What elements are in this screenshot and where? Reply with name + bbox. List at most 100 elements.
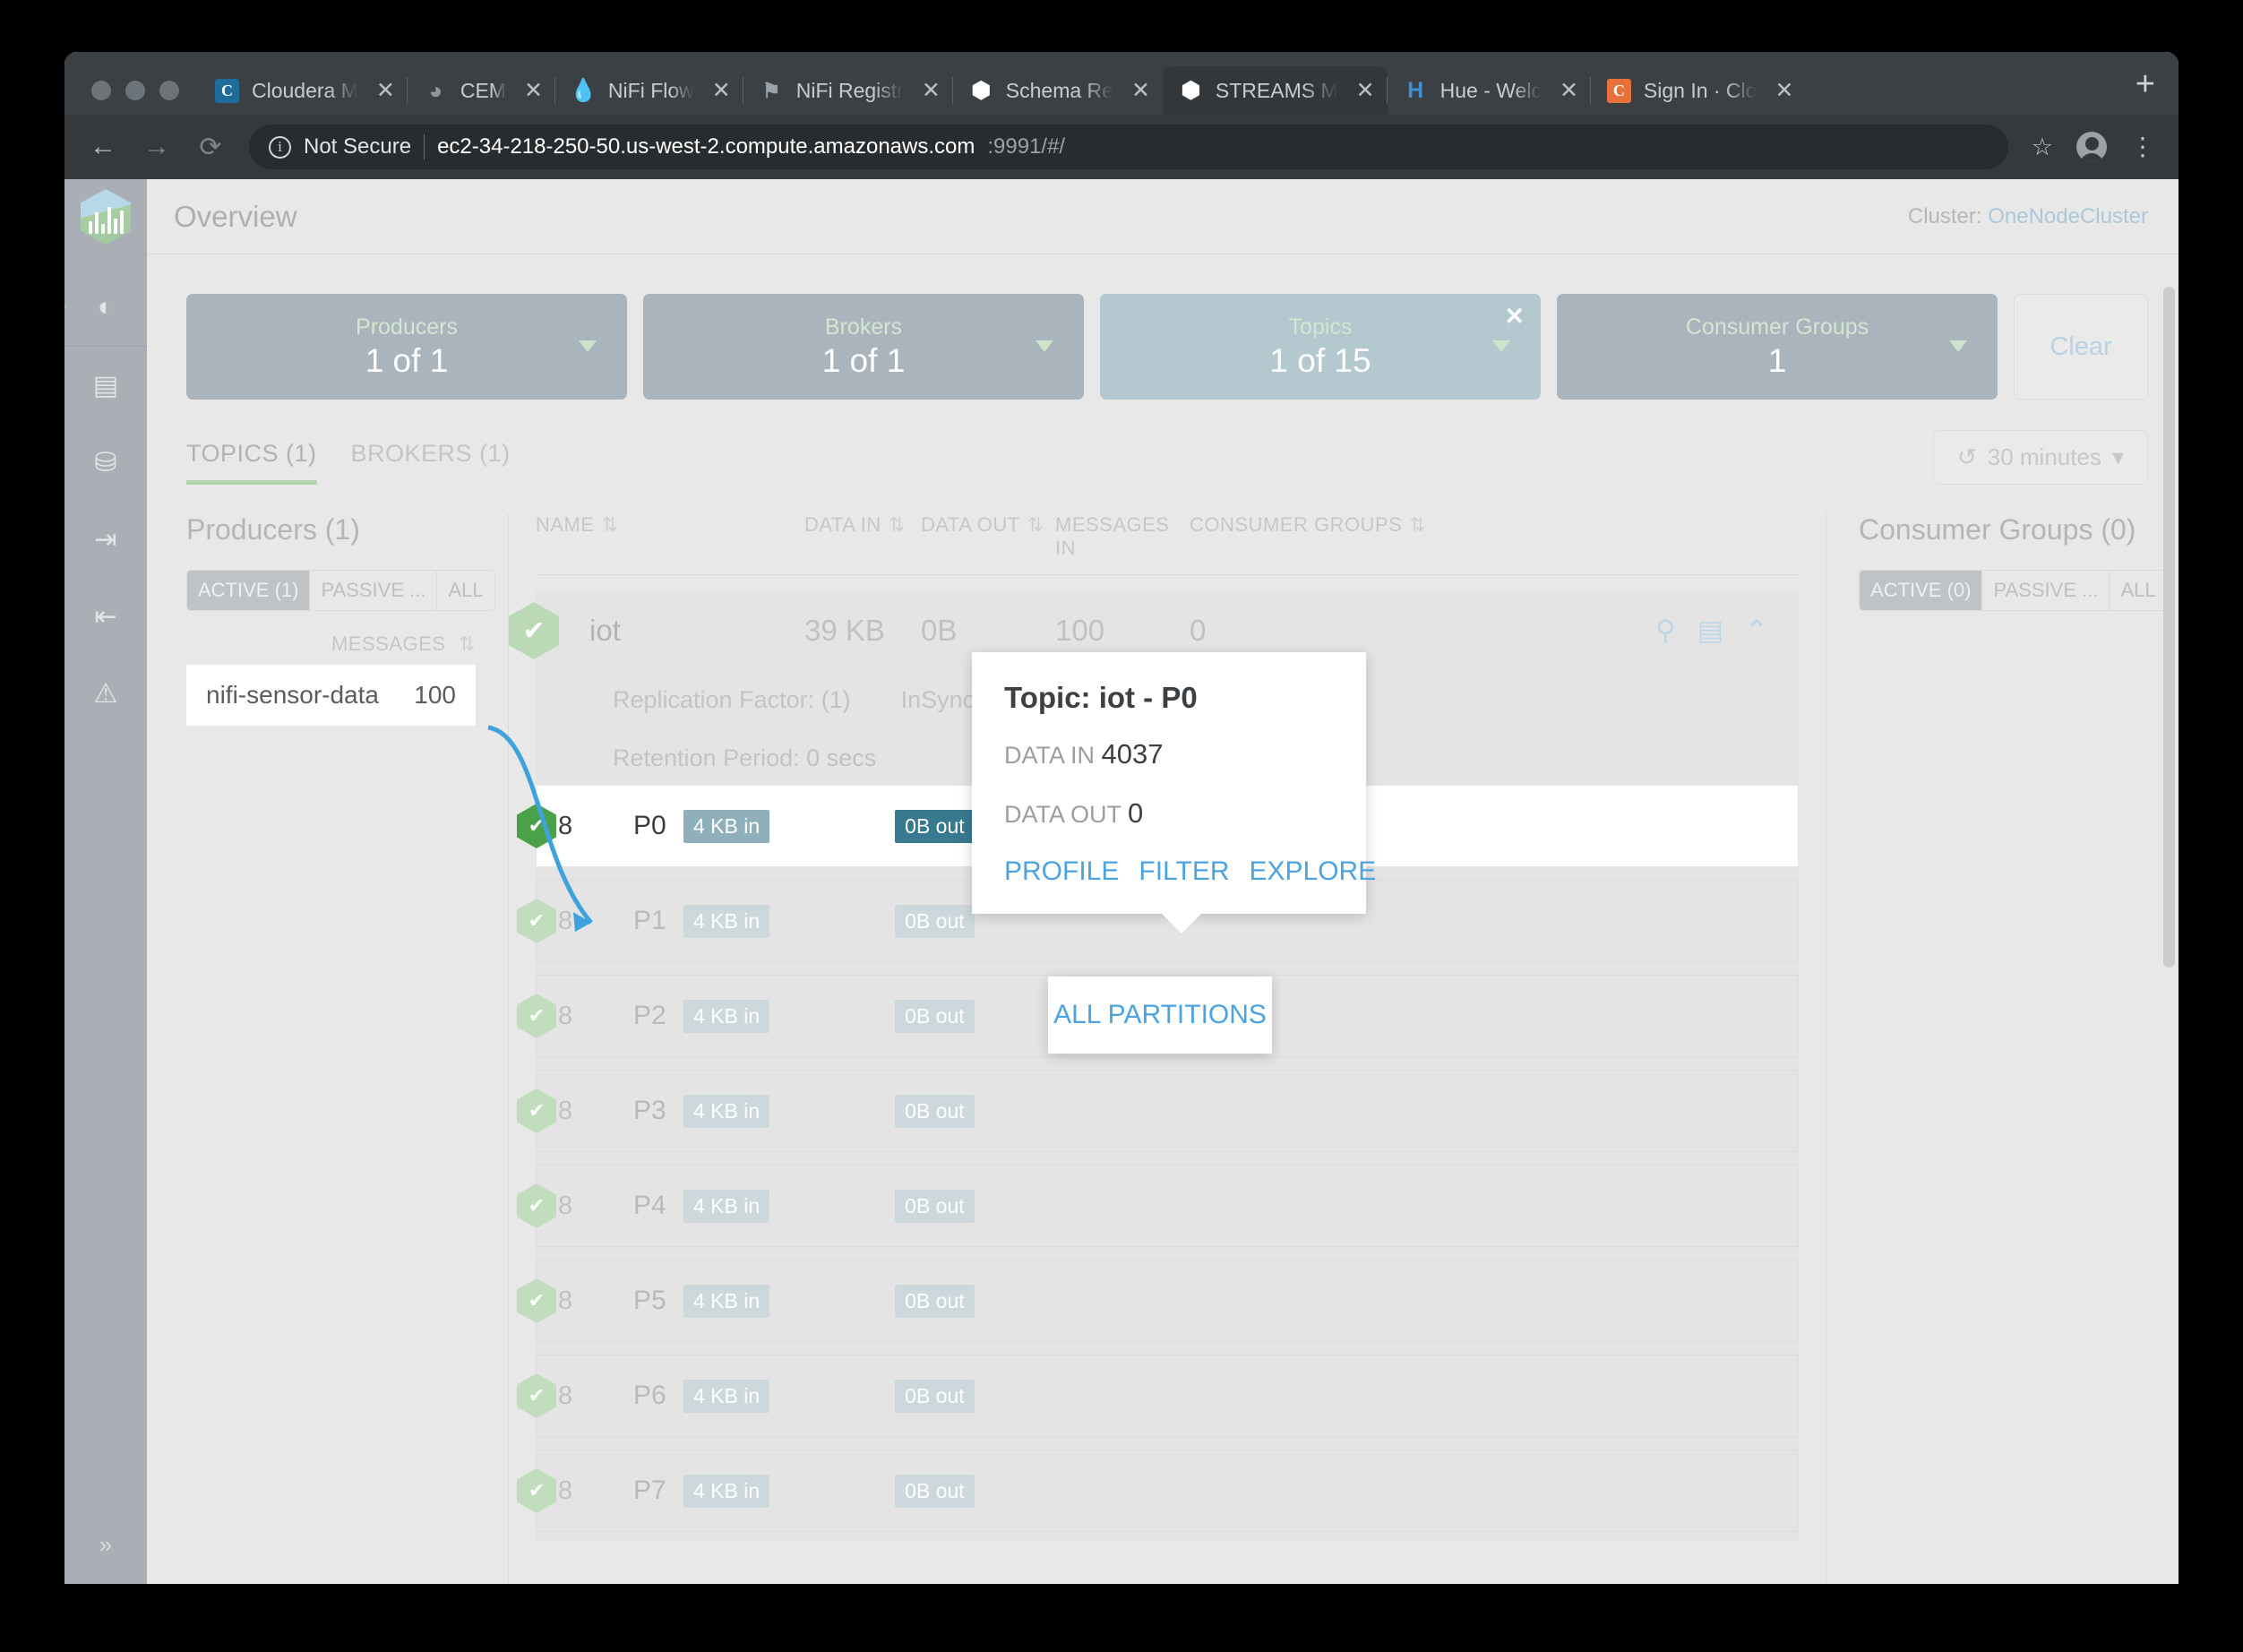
- sidebar-collapse-icon[interactable]: »: [99, 1531, 112, 1559]
- page-scrollbar[interactable]: [2163, 179, 2175, 1584]
- sidebar-item-producers[interactable]: ⇥: [64, 501, 147, 578]
- sort-icon[interactable]: ⇅: [1027, 513, 1044, 537]
- subtab-topics[interactable]: TOPICS (1): [186, 440, 317, 485]
- tab-close-icon[interactable]: ✕: [1769, 80, 1793, 102]
- profile-avatar-icon[interactable]: [2076, 132, 2107, 162]
- partition-row-p7[interactable]: ✔8P74 KB in0B out: [536, 1450, 1799, 1532]
- sidebar-item-topics[interactable]: ⛁: [64, 424, 147, 501]
- browser-tab-2[interactable]: ◕CEM✕: [408, 66, 555, 115]
- tab-close-icon[interactable]: ✕: [707, 80, 731, 102]
- partition-label: P3: [633, 1096, 683, 1126]
- chevron-down-icon[interactable]: [579, 340, 597, 352]
- sidebar-item-dashboard[interactable]: ◐: [64, 269, 147, 346]
- browser-tab-5[interactable]: ⬢Schema Re✕: [953, 66, 1163, 115]
- producers-segment-all[interactable]: ALL: [436, 571, 494, 610]
- window-controls[interactable]: [64, 81, 199, 115]
- browser-tab-6[interactable]: ⬢STREAMS M✕: [1163, 66, 1388, 115]
- consumer-groups-filter-segments[interactable]: ACTIVE (0)PASSIVE ...ALL: [1859, 570, 2168, 611]
- sidebar-item-brokers[interactable]: ▤: [64, 347, 147, 424]
- collapse-chevron-icon[interactable]: ⌃: [1745, 615, 1768, 647]
- logo-bars: [89, 207, 124, 245]
- partition-row-p6[interactable]: ✔8P64 KB in0B out: [536, 1355, 1799, 1437]
- browser-tab-7[interactable]: HHue - Welc✕: [1388, 66, 1591, 115]
- tooltip-title: Topic: iot - P0: [1004, 681, 1334, 715]
- column-header-data-out[interactable]: DATA OUT⇅: [921, 513, 1055, 560]
- search-icon[interactable]: ⚲: [1655, 615, 1676, 647]
- partition-row-p4[interactable]: ✔8P44 KB in0B out: [536, 1165, 1799, 1247]
- tab-close-icon[interactable]: ✕: [371, 80, 395, 102]
- producers-segment-passive[interactable]: PASSIVE ...: [309, 571, 436, 610]
- sort-icon[interactable]: ⇅: [889, 513, 906, 537]
- chevron-down-icon[interactable]: [1949, 340, 1967, 352]
- column-header-data-in[interactable]: DATA IN⇅: [804, 513, 921, 560]
- all-partitions-popover[interactable]: ALL PARTITIONS: [1048, 977, 1272, 1054]
- list-icon[interactable]: ▤: [1697, 615, 1723, 647]
- column-header-messages-in[interactable]: MESSAGES IN: [1055, 513, 1190, 560]
- producers-list: nifi-sensor-data100: [186, 665, 476, 726]
- browser-menu-icon[interactable]: ⋮: [2130, 139, 2155, 154]
- sidebar-item-alerts[interactable]: ⚠: [64, 655, 147, 732]
- close-icon[interactable]: ✕: [1504, 303, 1525, 331]
- browser-tab-4[interactable]: ⚑NiFi Registr✕: [743, 66, 953, 115]
- tab-close-icon[interactable]: ✕: [1351, 80, 1375, 102]
- partition-row-p5[interactable]: ✔8P54 KB in0B out: [536, 1260, 1799, 1342]
- partition-status-icon: ✔: [517, 994, 556, 1038]
- partition-broker-id: 8: [558, 1192, 633, 1221]
- producers-segment-active[interactable]: ACTIVE (1): [187, 571, 309, 610]
- forward-button[interactable]: →: [142, 132, 172, 162]
- subtab-brokers[interactable]: BROKERS (1): [351, 440, 511, 485]
- cg-segment-passive[interactable]: PASSIVE ...: [1981, 571, 2109, 610]
- cg-segment-active[interactable]: ACTIVE (0): [1860, 571, 1981, 610]
- reload-button[interactable]: ⟳: [195, 132, 226, 163]
- partition-data-out: 0B out: [895, 905, 975, 938]
- tab-title: Hue - Welc: [1440, 79, 1542, 103]
- chevron-down-icon[interactable]: [1492, 340, 1510, 352]
- producers-messages-header[interactable]: MESSAGES ⇅: [186, 632, 476, 656]
- tab-close-icon[interactable]: ✕: [519, 80, 543, 102]
- partition-row-p3[interactable]: ✔8P34 KB in0B out: [536, 1070, 1799, 1152]
- address-bar[interactable]: i Not Secure ec2-34-218-250-50.us-west-2…: [249, 125, 2008, 169]
- tab-close-icon[interactable]: ✕: [916, 80, 941, 102]
- filter-link[interactable]: FILTER: [1139, 856, 1229, 887]
- sort-icon[interactable]: ⇅: [602, 513, 619, 537]
- topic-name[interactable]: iot: [589, 614, 804, 648]
- scrollbar-thumb[interactable]: [2163, 287, 2175, 968]
- producer-messages: 100: [414, 681, 456, 710]
- browser-tab-3[interactable]: 💧NiFi Flow✕: [555, 66, 743, 115]
- cg-segment-all[interactable]: ALL: [2109, 571, 2166, 610]
- site-info-icon[interactable]: i: [269, 136, 291, 159]
- bookmark-star-icon[interactable]: ☆: [2032, 133, 2053, 161]
- maximize-window-button[interactable]: [159, 81, 179, 100]
- tab-close-icon[interactable]: ✕: [1126, 80, 1150, 102]
- new-tab-button[interactable]: +: [2112, 65, 2179, 115]
- chevron-down-icon[interactable]: [1036, 340, 1053, 352]
- sidebar-item-consumers[interactable]: ⇤: [64, 578, 147, 655]
- cluster-name[interactable]: OneNodeCluster: [1988, 204, 2148, 228]
- close-window-button[interactable]: [91, 81, 111, 100]
- cem-globe-icon: ◕: [424, 79, 448, 103]
- browser-tab-8[interactable]: CSign In · Clo✕: [1591, 66, 1807, 115]
- url-host: ec2-34-218-250-50.us-west-2.compute.amaz…: [437, 134, 975, 159]
- clear-filters-button[interactable]: Clear: [2014, 294, 2148, 400]
- tab-title: STREAMS M: [1216, 79, 1338, 103]
- tab-separator: [554, 77, 555, 104]
- time-range-selector[interactable]: ↺ 30 minutes ▾: [1933, 430, 2148, 485]
- tab-close-icon[interactable]: ✕: [1554, 80, 1578, 102]
- filter-card-topics[interactable]: Topics1 of 15✕: [1100, 294, 1541, 400]
- minimize-window-button[interactable]: [125, 81, 145, 100]
- filter-card-brokers[interactable]: Brokers1 of 1: [643, 294, 1084, 400]
- back-button[interactable]: ←: [88, 132, 118, 162]
- chevron-down-icon: ▾: [2112, 443, 2124, 471]
- filter-card-consumer-groups[interactable]: Consumer Groups1: [1557, 294, 1998, 400]
- browser-tab-1[interactable]: CCloudera M✕: [199, 66, 408, 115]
- all-partitions-label[interactable]: ALL PARTITIONS: [1053, 1000, 1267, 1029]
- column-header-consumer-groups[interactable]: CONSUMER GROUPS⇅: [1190, 513, 1799, 560]
- column-header-name[interactable]: NAME⇅: [536, 513, 804, 560]
- producer-row[interactable]: nifi-sensor-data100: [186, 665, 476, 726]
- sort-icon[interactable]: ⇅: [459, 632, 476, 656]
- producers-filter-segments[interactable]: ACTIVE (1)PASSIVE ...ALL: [186, 570, 495, 611]
- explore-link[interactable]: EXPLORE: [1250, 856, 1377, 887]
- filter-card-producers[interactable]: Producers1 of 1: [186, 294, 627, 400]
- profile-link[interactable]: PROFILE: [1004, 856, 1119, 887]
- sort-icon[interactable]: ⇅: [1409, 513, 1426, 537]
